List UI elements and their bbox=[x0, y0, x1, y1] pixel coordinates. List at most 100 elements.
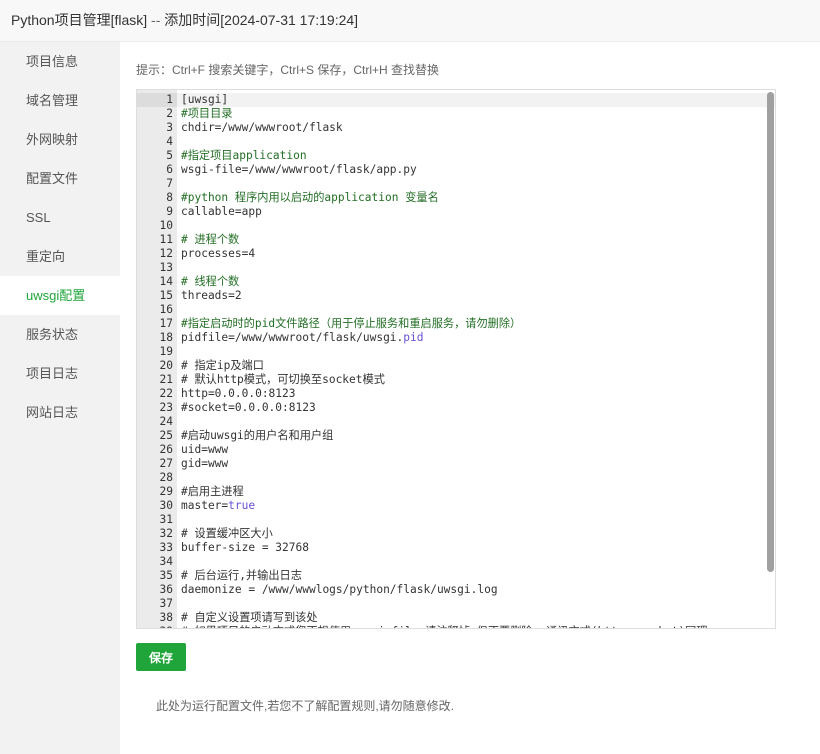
code-line[interactable]: 32 # 设置缓冲区大小 bbox=[137, 527, 775, 541]
sidebar-item-uwsgi[interactable]: uwsgi配置 bbox=[0, 276, 120, 315]
code-line[interactable]: 17 #指定启动时的pid文件路径（用于停止服务和重启服务，请勿删除） bbox=[137, 317, 775, 331]
code-line[interactable]: 3 chdir=/www/wwwroot/flask bbox=[137, 121, 775, 135]
sidebar-item-project-info[interactable]: 项目信息 bbox=[0, 42, 120, 81]
line-text: #项目目录 bbox=[181, 107, 233, 121]
sidebar-item-domain[interactable]: 域名管理 bbox=[0, 81, 120, 120]
code-line[interactable]: 7 bbox=[137, 177, 775, 191]
code-line[interactable]: 33 buffer-size = 32768 bbox=[137, 541, 775, 555]
code-lines[interactable]: 1 [uwsgi] 2 #项目目录 3 chdir=/www/wwwroot/flask 4… bbox=[137, 93, 775, 628]
line-text: # 进程个数 bbox=[181, 233, 239, 247]
line-text-main: pidfile=/www/wwwroot/flask/uwsgi. bbox=[181, 331, 404, 344]
sidebar-item-ssl[interactable]: SSL bbox=[0, 198, 120, 237]
line-text-main: # 线程个数 bbox=[181, 275, 240, 288]
line-text-main: callable=app bbox=[181, 205, 262, 218]
line-number: 31 bbox=[159, 513, 173, 526]
code-line[interactable]: 8 #python 程序内用以启动的application 变量名 bbox=[137, 191, 775, 205]
line-text: #python 程序内用以启动的application 变量名 bbox=[181, 191, 439, 205]
code-line[interactable]: 26 uid=www bbox=[137, 443, 775, 457]
line-number: 22 bbox=[159, 387, 173, 400]
line-number: 36 bbox=[159, 583, 173, 596]
code-line[interactable]: 16 bbox=[137, 303, 775, 317]
code-line[interactable]: 27 gid=www bbox=[137, 457, 775, 471]
code-line[interactable]: 22 http=0.0.0.0:8123 bbox=[137, 387, 775, 401]
line-text: # 默认http模式，可切换至socket模式 bbox=[181, 373, 385, 387]
code-line[interactable]: 36 daemonize = /www/wwwlogs/python/flask/… bbox=[137, 583, 775, 597]
line-text: # 线程个数 bbox=[181, 275, 239, 289]
code-line[interactable]: 28 bbox=[137, 471, 775, 485]
line-number: 13 bbox=[159, 261, 173, 274]
line-number: 9 bbox=[166, 205, 173, 218]
title-added-time: 添加时间[2024-07-31 17:19:24] bbox=[164, 12, 359, 28]
sidebar-item-config-file[interactable]: 配置文件 bbox=[0, 159, 120, 198]
line-text: pidfile=/www/wwwroot/flask/uwsgi.pid bbox=[181, 331, 424, 345]
line-text-main: http=0.0.0.0:8123 bbox=[181, 387, 296, 400]
line-keyword: pid bbox=[403, 331, 424, 344]
line-number: 26 bbox=[159, 443, 173, 456]
line-text: chdir=/www/wwwroot/flask bbox=[181, 121, 343, 135]
code-line[interactable]: 15 threads=2 bbox=[137, 289, 775, 303]
code-line[interactable]: 10 bbox=[137, 219, 775, 233]
sidebar-item-site-log[interactable]: 网站日志 bbox=[0, 393, 120, 432]
line-text-main: # 后台运行,并输出日志 bbox=[181, 569, 302, 582]
title-project: Python项目管理[flask] bbox=[11, 12, 148, 28]
code-line[interactable]: 6 wsgi-file=/www/wwwroot/flask/app.py bbox=[137, 163, 775, 177]
line-number: 15 bbox=[159, 289, 173, 302]
line-number: 14 bbox=[159, 275, 173, 288]
code-line[interactable]: 9 callable=app bbox=[137, 205, 775, 219]
code-line[interactable]: 29 #启用主进程 bbox=[137, 485, 775, 499]
code-line[interactable]: 37 bbox=[137, 597, 775, 611]
line-text-main: wsgi-file=/www/wwwroot/flask/app.py bbox=[181, 163, 417, 176]
line-number: 8 bbox=[166, 191, 173, 204]
main-panel: 提示：Ctrl+F 搜索关键字，Ctrl+S 保存，Ctrl+H 查找替换 1 [… bbox=[120, 42, 820, 754]
line-number: 24 bbox=[159, 415, 173, 428]
line-text: # 如果项目的启动方式您不想使用 wsgi-file 请注释掉,但不要删除, 通… bbox=[181, 625, 708, 628]
code-line[interactable]: 35 # 后台运行,并输出日志 bbox=[137, 569, 775, 583]
code-line[interactable]: 38 # 自定义设置项请写到该处 bbox=[137, 611, 775, 625]
line-number: 29 bbox=[159, 485, 173, 498]
code-line[interactable]: 24 bbox=[137, 415, 775, 429]
line-text: threads=2 bbox=[181, 289, 242, 303]
line-text-main: # 指定ip及端口 bbox=[181, 359, 264, 372]
line-number: 11 bbox=[159, 233, 173, 246]
code-line[interactable]: 18 pidfile=/www/wwwroot/flask/uwsgi.pid bbox=[137, 331, 775, 345]
code-line[interactable]: 12 processes=4 bbox=[137, 247, 775, 261]
code-line[interactable]: 20 # 指定ip及端口 bbox=[137, 359, 775, 373]
code-editor[interactable]: 1 [uwsgi] 2 #项目目录 3 chdir=/www/wwwroot/flask 4… bbox=[136, 89, 776, 629]
code-line[interactable]: 5 #指定项目application bbox=[137, 149, 775, 163]
line-text: wsgi-file=/www/wwwroot/flask/app.py bbox=[181, 163, 417, 177]
line-number: 25 bbox=[159, 429, 173, 442]
line-text-main: #项目目录 bbox=[181, 107, 233, 120]
sidebar-item-external-mapping[interactable]: 外网映射 bbox=[0, 120, 120, 159]
line-text: callable=app bbox=[181, 205, 262, 219]
code-line[interactable]: 19 bbox=[137, 345, 775, 359]
code-line[interactable]: 4 bbox=[137, 135, 775, 149]
code-line[interactable]: 21 # 默认http模式，可切换至socket模式 bbox=[137, 373, 775, 387]
code-line[interactable]: 25 #启动uwsgi的用户名和用户组 bbox=[137, 429, 775, 443]
scrollbar-thumb[interactable] bbox=[767, 92, 774, 572]
code-line[interactable]: 23 #socket=0.0.0.0:8123 bbox=[137, 401, 775, 415]
line-text-main: daemonize = /www/wwwlogs/python/flask/uw… bbox=[181, 583, 498, 596]
editor-scrollbar[interactable] bbox=[765, 90, 775, 628]
code-line[interactable]: 1 [uwsgi] bbox=[137, 93, 775, 107]
line-text-main: #socket=0.0.0.0:8123 bbox=[181, 401, 316, 414]
sidebar-item-redirect[interactable]: 重定向 bbox=[0, 237, 120, 276]
line-number: 17 bbox=[159, 317, 173, 330]
line-text: # 指定ip及端口 bbox=[181, 359, 264, 373]
code-line[interactable]: 39 # 如果项目的启动方式您不想使用 wsgi-file 请注释掉,但不要删除,… bbox=[137, 625, 775, 628]
line-number: 32 bbox=[159, 527, 173, 540]
code-line[interactable]: 13 bbox=[137, 261, 775, 275]
sidebar-item-service-status[interactable]: 服务状态 bbox=[0, 315, 120, 354]
code-line[interactable]: 14 # 线程个数 bbox=[137, 275, 775, 289]
code-line[interactable]: 34 bbox=[137, 555, 775, 569]
line-number: 37 bbox=[159, 597, 173, 610]
code-line[interactable]: 2 #项目目录 bbox=[137, 107, 775, 121]
line-text: buffer-size = 32768 bbox=[181, 541, 309, 555]
code-line[interactable]: 31 bbox=[137, 513, 775, 527]
line-text-main: # 自定义设置项请写到该处 bbox=[181, 611, 318, 624]
sidebar-item-project-log[interactable]: 项目日志 bbox=[0, 354, 120, 393]
code-line[interactable]: 30 master=true bbox=[137, 499, 775, 513]
code-line[interactable]: 11 # 进程个数 bbox=[137, 233, 775, 247]
line-number: 7 bbox=[166, 177, 173, 190]
save-button[interactable]: 保存 bbox=[136, 643, 186, 671]
line-number: 2 bbox=[166, 107, 173, 120]
